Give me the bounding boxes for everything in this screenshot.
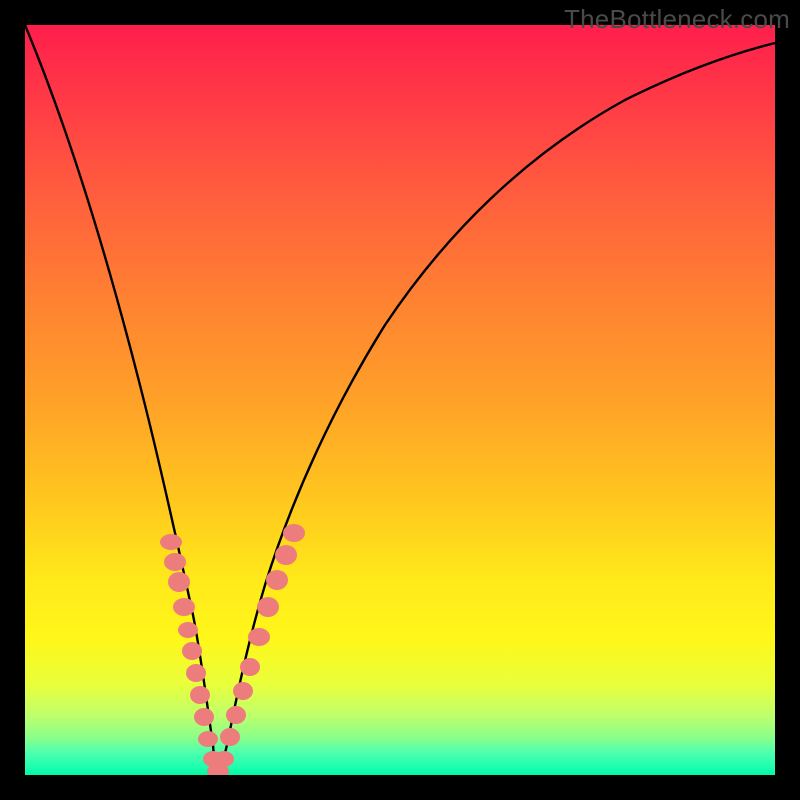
watermark-text: TheBottleneck.com	[564, 4, 790, 35]
marker	[194, 708, 214, 726]
marker	[257, 597, 279, 617]
marker	[283, 524, 305, 542]
marker	[266, 570, 288, 590]
marker	[182, 642, 202, 660]
marker	[160, 534, 182, 550]
marker	[190, 686, 210, 704]
marker	[214, 751, 234, 767]
marker	[173, 598, 195, 616]
marker	[164, 553, 186, 571]
marker	[220, 728, 240, 746]
bottleneck-curve	[25, 25, 775, 773]
curve-svg	[25, 25, 775, 775]
marker	[240, 658, 260, 676]
marker	[178, 622, 198, 638]
marker	[248, 628, 270, 646]
marker	[233, 682, 253, 700]
marker	[186, 664, 206, 682]
marker	[198, 731, 218, 747]
plot-area	[25, 25, 775, 775]
marker-group	[160, 524, 305, 775]
marker	[168, 572, 190, 592]
chart-frame: TheBottleneck.com	[0, 0, 800, 800]
marker	[226, 706, 246, 724]
marker	[275, 545, 297, 565]
